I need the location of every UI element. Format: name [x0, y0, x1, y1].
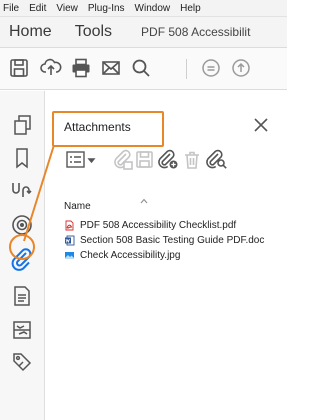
menu-file[interactable]: File: [3, 3, 19, 14]
order-icon[interactable]: [10, 318, 34, 342]
menu-bar: File Edit View Plug-Ins Window Help: [0, 0, 287, 17]
search-icon[interactable]: [130, 57, 152, 79]
file-name: PDF 508 Accessibility Checklist.pdf: [80, 219, 237, 231]
column-header-label: Name: [64, 201, 91, 212]
file-name: Check Accessibility.jpg: [80, 249, 181, 261]
menu-help[interactable]: Help: [180, 3, 201, 14]
email-icon[interactable]: [100, 57, 122, 79]
bookmarks-icon[interactable]: [10, 146, 34, 170]
signatures-icon[interactable]: [10, 178, 34, 202]
word-file-icon: [64, 235, 75, 246]
toolbar-divider: [186, 59, 187, 79]
list-item[interactable]: PDF 508 Accessibility Checklist.pdf: [64, 218, 287, 232]
sort-ascending-icon: [140, 196, 148, 204]
open-attachment-icon[interactable]: [111, 149, 135, 171]
tab-tools[interactable]: Tools: [75, 23, 112, 41]
options-menu-icon[interactable]: [64, 149, 98, 171]
save-icon[interactable]: [8, 57, 30, 79]
file-name: Section 508 Basic Testing Guide PDF.doc: [80, 234, 265, 246]
pdf-file-icon: [64, 220, 75, 231]
scroll-up-icon[interactable]: [200, 57, 222, 79]
upload-icon[interactable]: [40, 57, 62, 79]
menu-plug-ins[interactable]: Plug-Ins: [88, 3, 125, 14]
save-attachment-icon[interactable]: [133, 149, 157, 171]
tab-document[interactable]: PDF 508 Accessibilit: [141, 25, 250, 39]
page-up-icon[interactable]: [230, 57, 252, 79]
add-attachment-icon[interactable]: [156, 149, 180, 171]
search-attachment-icon[interactable]: [205, 149, 229, 171]
image-file-icon: [64, 250, 75, 261]
content-icon[interactable]: [10, 284, 34, 308]
list-item[interactable]: Check Accessibility.jpg: [64, 248, 287, 262]
delete-attachment-icon[interactable]: [180, 149, 204, 171]
tags-icon[interactable]: [10, 350, 34, 374]
layers-icon[interactable]: [10, 213, 34, 237]
left-navigation-pane: [0, 91, 45, 420]
attachments-icon[interactable]: [10, 247, 34, 271]
menu-edit[interactable]: Edit: [29, 3, 46, 14]
close-icon[interactable]: [251, 115, 271, 135]
pages-icon[interactable]: [10, 113, 34, 137]
nav-bar: Home Tools PDF 508 Accessibilit: [0, 17, 287, 48]
print-icon[interactable]: [70, 57, 92, 79]
attachments-highlight-box: [52, 111, 164, 147]
tab-home[interactable]: Home: [9, 23, 52, 41]
column-header-name[interactable]: Name: [64, 196, 287, 214]
list-item[interactable]: Section 508 Basic Testing Guide PDF.doc: [64, 233, 287, 247]
toolbar: [0, 48, 287, 90]
menu-window[interactable]: Window: [135, 3, 171, 14]
menu-view[interactable]: View: [56, 3, 78, 14]
